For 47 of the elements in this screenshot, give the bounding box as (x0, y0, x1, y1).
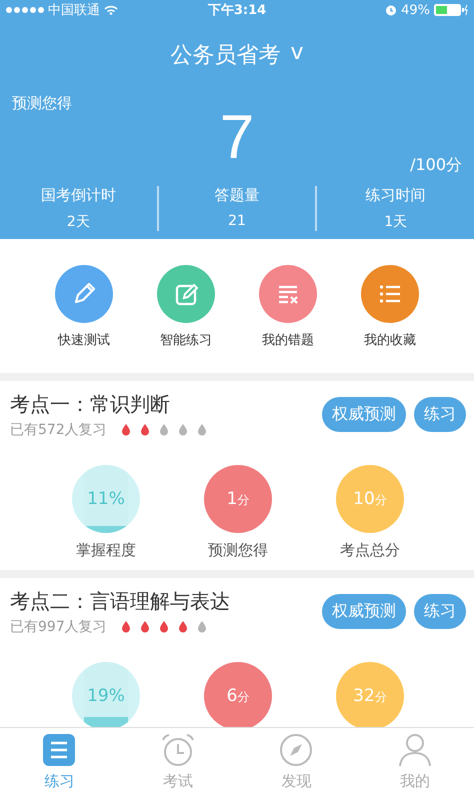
person-icon (396, 732, 433, 768)
mastery-percent: 19% (87, 686, 125, 706)
topic-title: 考点二：言语理解与表达 (10, 588, 231, 615)
carrier-name: 中国联通 (48, 2, 100, 19)
stat-value: 1天 (384, 213, 408, 231)
exam-title[interactable]: 公务员省考 (170, 40, 280, 70)
stat-value: 21 (228, 213, 246, 229)
action-label[interactable]: 智能练习 (160, 331, 212, 349)
predict-label: 预测您得 (11, 93, 73, 113)
action-label[interactable]: 我的收藏 (364, 331, 416, 349)
signal-icon (6, 7, 44, 13)
metric-label: 掌握程度 (76, 541, 136, 560)
action-label[interactable]: 快速测试 (58, 331, 110, 349)
score-value: 32分 (353, 686, 387, 706)
total-score: /100分 (410, 155, 462, 174)
score-value: 1分 (226, 489, 250, 509)
tab[interactable]: 考试 (118, 728, 237, 794)
clock-icon (160, 732, 196, 768)
predicted-score: 7 (220, 103, 254, 172)
stat-label: 练习时间 (366, 186, 426, 205)
dropdown-caret[interactable]: v (290, 40, 304, 70)
clock-time: 下午3:14 (208, 2, 266, 19)
stat-label: 国考倒计时 (40, 186, 116, 205)
metric-label: 预测您得 (208, 541, 268, 560)
alarm-icon (385, 4, 398, 16)
score-value: 6分 (226, 686, 250, 706)
list-icon (41, 732, 78, 768)
score-value: 10分 (353, 489, 387, 509)
tab[interactable]: 我的 (356, 728, 474, 794)
battery-icon (434, 4, 468, 16)
review-count: 已有572人复习 (10, 421, 107, 439)
stat-value: 2天 (66, 213, 90, 231)
tab[interactable]: 练习 (0, 728, 118, 794)
stat-label: 答题量 (214, 186, 260, 205)
action-label[interactable]: 我的错题 (262, 331, 314, 349)
topic-title: 考点一：常识判断 (10, 391, 171, 418)
metric-label: 考点总分 (340, 541, 400, 560)
practice-button[interactable]: 练习 (414, 594, 466, 629)
mastery-percent: 11% (87, 489, 125, 509)
review-count: 已有997人复习 (10, 618, 107, 636)
forecast-button[interactable]: 权威预测 (322, 594, 406, 629)
compass-icon (278, 732, 314, 768)
wifi-icon (104, 5, 118, 15)
forecast-button[interactable]: 权威预测 (322, 397, 406, 432)
tab[interactable]: 发现 (237, 728, 356, 794)
practice-button[interactable]: 练习 (414, 397, 466, 432)
battery-percent: 49% (401, 2, 430, 18)
